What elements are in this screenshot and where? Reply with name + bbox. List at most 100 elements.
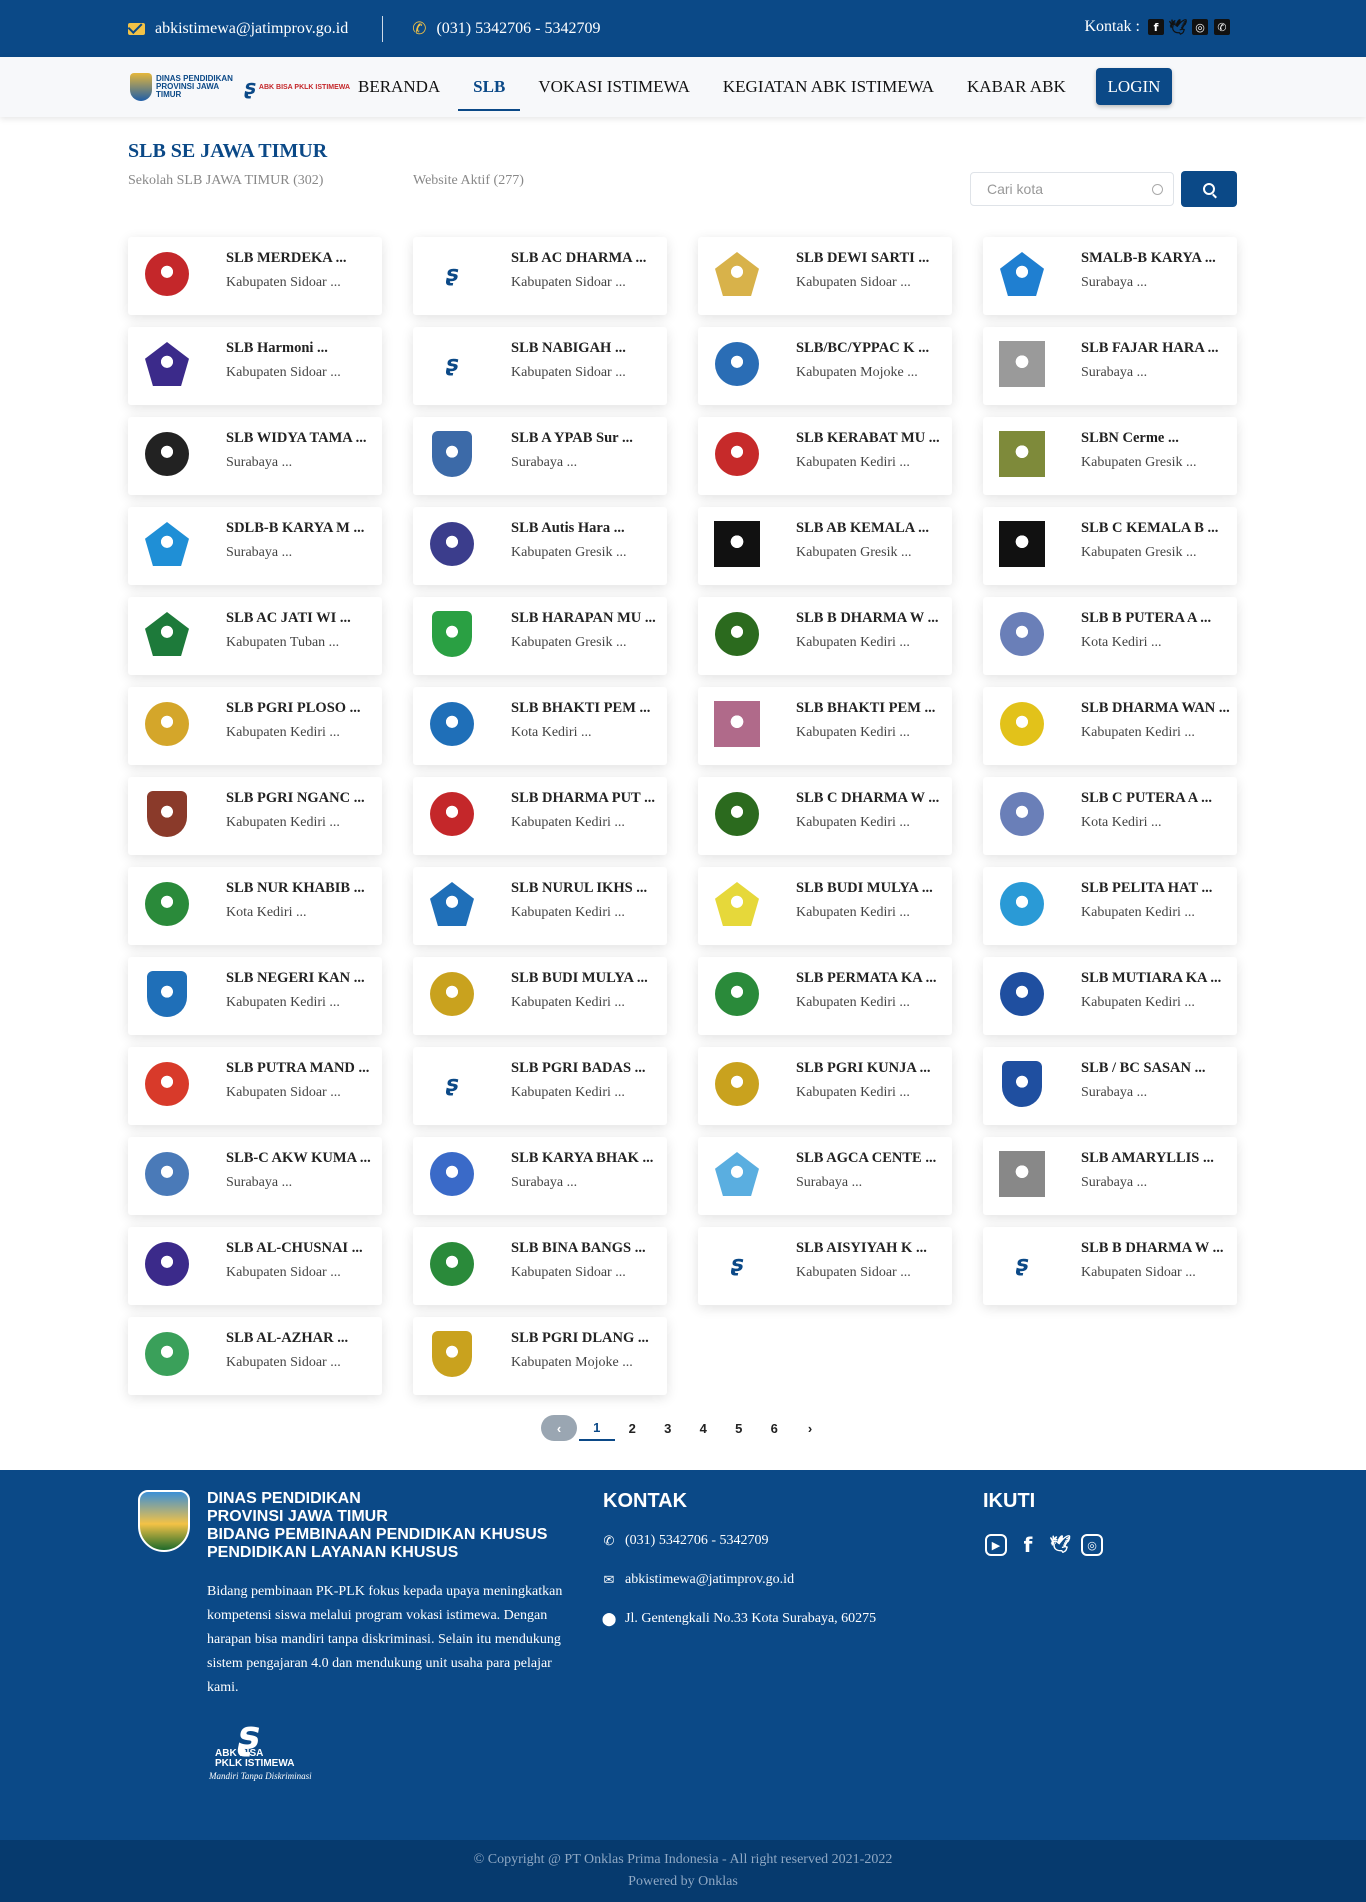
school-card[interactable]: ʂ SLB AC DHARMA ... Kabupaten Sidoar ... [413,237,667,315]
city-search-input[interactable]: Cari kota [970,172,1174,206]
school-card[interactable]: SLB/BC/YPPAC K ... Kabupaten Mojoke ... [698,327,952,405]
school-card[interactable]: SLB PERMATA KA ... Kabupaten Kediri ... [698,957,952,1035]
school-card[interactable]: ʂ SLB NABIGAH ... Kabupaten Sidoar ... [413,327,667,405]
nav-kegiatan-abk-istimewa[interactable]: KEGIATAN ABK ISTIMEWA [723,71,934,103]
school-card[interactable]: SLB PELITA HAT ... Kabupaten Kediri ... [983,867,1237,945]
school-card[interactable]: SLB-C AKW KUMA ... Surabaya ... [128,1137,382,1215]
school-card[interactable]: SLB MERDEKA ... Kabupaten Sidoar ... [128,237,382,315]
school-logo-icon [712,789,762,839]
school-card[interactable]: SLB B DHARMA W ... Kabupaten Kediri ... [698,597,952,675]
twitter-icon[interactable]: 🕊 [1049,1534,1071,1556]
footer-email[interactable]: ✉ abkistimewa@jatimprov.go.id [603,1572,795,1588]
school-card[interactable]: SLB BHAKTI PEM ... Kabupaten Kediri ... [698,687,952,765]
school-emblem-icon: ʂ [1015,1251,1029,1277]
school-location: Kabupaten Gresik ... [1081,455,1197,470]
footer-phone[interactable]: ✆ (031) 5342706 - 5342709 [603,1533,769,1549]
school-card[interactable]: SLB B PUTERA A ... Kota Kediri ... [983,597,1237,675]
school-name: SLB DEWI SARTI ... [796,250,930,266]
school-card[interactable]: SLB DHARMA WAN ... Kabupaten Kediri ... [983,687,1237,765]
page-1[interactable]: 1 [579,1415,615,1441]
school-card[interactable]: SLB AB KEMALA ... Kabupaten Gresik ... [698,507,952,585]
school-card[interactable]: SLB PGRI NGANC ... Kabupaten Kediri ... [128,777,382,855]
school-emblem-icon [1002,1061,1042,1107]
school-name: SLB WIDYA TAMA ... [226,430,367,446]
whatsapp-icon[interactable]: ✆ [1214,19,1230,35]
school-name: SLB AMARYLLIS ... [1081,1150,1214,1166]
school-card[interactable]: SLB PGRI KUNJA ... Kabupaten Kediri ... [698,1047,952,1125]
school-card[interactable]: SLB NEGERI KAN ... Kabupaten Kediri ... [128,957,382,1035]
school-card[interactable]: SLB KARYA BHAK ... Surabaya ... [413,1137,667,1215]
school-card[interactable]: SLBN Cerme ... Kabupaten Gresik ... [983,417,1237,495]
school-logo-icon [997,789,1047,839]
school-card[interactable]: SLB NUR KHABIB ... Kota Kediri ... [128,867,382,945]
school-emblem-icon [145,432,189,476]
school-card[interactable]: SLB BUDI MULYA ... Kabupaten Kediri ... [413,957,667,1035]
school-card[interactable]: SLB AL-AZHAR ... Kabupaten Sidoar ... [128,1317,382,1395]
page-2[interactable]: 2 [615,1415,651,1441]
school-card[interactable]: SLB C PUTERA A ... Kota Kediri ... [983,777,1237,855]
school-card[interactable]: SLB HARAPAN MU ... Kabupaten Gresik ... [413,597,667,675]
school-card[interactable]: SLB Autis Hara ... Kabupaten Gresik ... [413,507,667,585]
instagram-icon[interactable]: ◎ [1192,19,1208,35]
page-5[interactable]: 5 [721,1415,757,1441]
school-card[interactable]: SLB FAJAR HARA ... Surabaya ... [983,327,1237,405]
school-card[interactable]: SLB AMARYLLIS ... Surabaya ... [983,1137,1237,1215]
twitter-icon[interactable]: 🕊 [1168,18,1187,36]
school-location: Kabupaten Kediri ... [796,455,910,470]
school-card[interactable]: SLB MUTIARA KA ... Kabupaten Kediri ... [983,957,1237,1035]
school-emblem-icon [145,522,189,566]
school-card[interactable]: SLB BHAKTI PEM ... Kota Kediri ... [413,687,667,765]
school-card[interactable]: SLB NURUL IKHS ... Kabupaten Kediri ... [413,867,667,945]
school-card[interactable]: SLB AC JATI WI ... Kabupaten Tuban ... [128,597,382,675]
school-card[interactable]: SLB PUTRA MAND ... Kabupaten Sidoar ... [128,1047,382,1125]
facebook-icon[interactable]: f [1148,19,1164,35]
school-card[interactable]: SLB PGRI DLANG ... Kabupaten Mojoke ... [413,1317,667,1395]
school-card[interactable]: SLB C KEMALA B ... Kabupaten Gresik ... [983,507,1237,585]
school-emblem-icon [1000,882,1044,926]
school-location: Kabupaten Sidoar ... [1081,1265,1196,1280]
school-card[interactable]: SLB AL-CHUSNAI ... Kabupaten Sidoar ... [128,1227,382,1305]
page-3[interactable]: 3 [650,1415,686,1441]
school-card[interactable]: SMALB-B KARYA ... Surabaya ... [983,237,1237,315]
youtube-icon[interactable]: ▶ [985,1534,1007,1556]
school-card[interactable]: ʂ SLB B DHARMA W ... Kabupaten Sidoar ... [983,1227,1237,1305]
school-card[interactable]: SLB Harmoni ... Kabupaten Sidoar ... [128,327,382,405]
school-location: Kabupaten Sidoar ... [226,1085,341,1100]
school-card[interactable]: SDLB-B KARYA M ... Surabaya ... [128,507,382,585]
site-logo[interactable]: DINAS PENDIDIKAN PROVINSI JAWA TIMUR ʂ A… [130,73,358,101]
school-card[interactable]: SLB AGCA CENTE ... Surabaya ... [698,1137,952,1215]
pagination-prev-button[interactable]: ‹ [541,1415,577,1441]
school-emblem-icon [147,791,187,837]
page-4[interactable]: 4 [686,1415,722,1441]
facebook-icon[interactable]: f [1017,1533,1039,1557]
school-card[interactable]: SLB KERABAT MU ... Kabupaten Kediri ... [698,417,952,495]
instagram-icon[interactable]: ◎ [1081,1534,1103,1556]
nav-kabar-abk[interactable]: KABAR ABK [967,71,1066,103]
nav-vokasi-istimewa[interactable]: VOKASI ISTIMEWA [538,71,690,103]
school-card[interactable]: SLB DEWI SARTI ... Kabupaten Sidoar ... [698,237,952,315]
school-card[interactable]: ʂ SLB AISYIYAH K ... Kabupaten Sidoar ... [698,1227,952,1305]
nav-beranda[interactable]: BERANDA [358,71,440,103]
school-card[interactable]: SLB BINA BANGS ... Kabupaten Sidoar ... [413,1227,667,1305]
school-card[interactable]: SLB A YPAB Sur ... Surabaya ... [413,417,667,495]
school-emblem-icon [999,431,1045,477]
school-logo-icon [427,789,477,839]
login-button[interactable]: LOGIN [1096,68,1172,105]
nav-slb[interactable]: SLB [458,71,521,111]
footer-ikuti-title: IKUTI [983,1490,1036,1512]
school-card[interactable]: SLB WIDYA TAMA ... Surabaya ... [128,417,382,495]
search-button[interactable] [1181,171,1237,207]
school-card[interactable]: SLB DHARMA PUT ... Kabupaten Kediri ... [413,777,667,855]
school-card[interactable]: ʂ SLB PGRI BADAS ... Kabupaten Kediri ... [413,1047,667,1125]
page-6[interactable]: 6 [757,1415,793,1441]
top-phone[interactable]: ✆ (031) 5342706 - 5342709 [412,19,600,39]
school-name: SLB DHARMA PUT ... [511,790,655,806]
school-card[interactable]: SLB C DHARMA W ... Kabupaten Kediri ... [698,777,952,855]
school-card[interactable]: SLB BUDI MULYA ... Kabupaten Kediri ... [698,867,952,945]
school-logo-icon [712,519,762,569]
pagination-next-button[interactable]: › [792,1421,828,1436]
top-email[interactable]: abkistimewa@jatimprov.go.id [128,20,348,38]
school-logo-icon [997,699,1047,749]
school-card[interactable]: SLB / BC SASAN ... Surabaya ... [983,1047,1237,1125]
school-card[interactable]: SLB PGRI PLOSO ... Kabupaten Kediri ... [128,687,382,765]
